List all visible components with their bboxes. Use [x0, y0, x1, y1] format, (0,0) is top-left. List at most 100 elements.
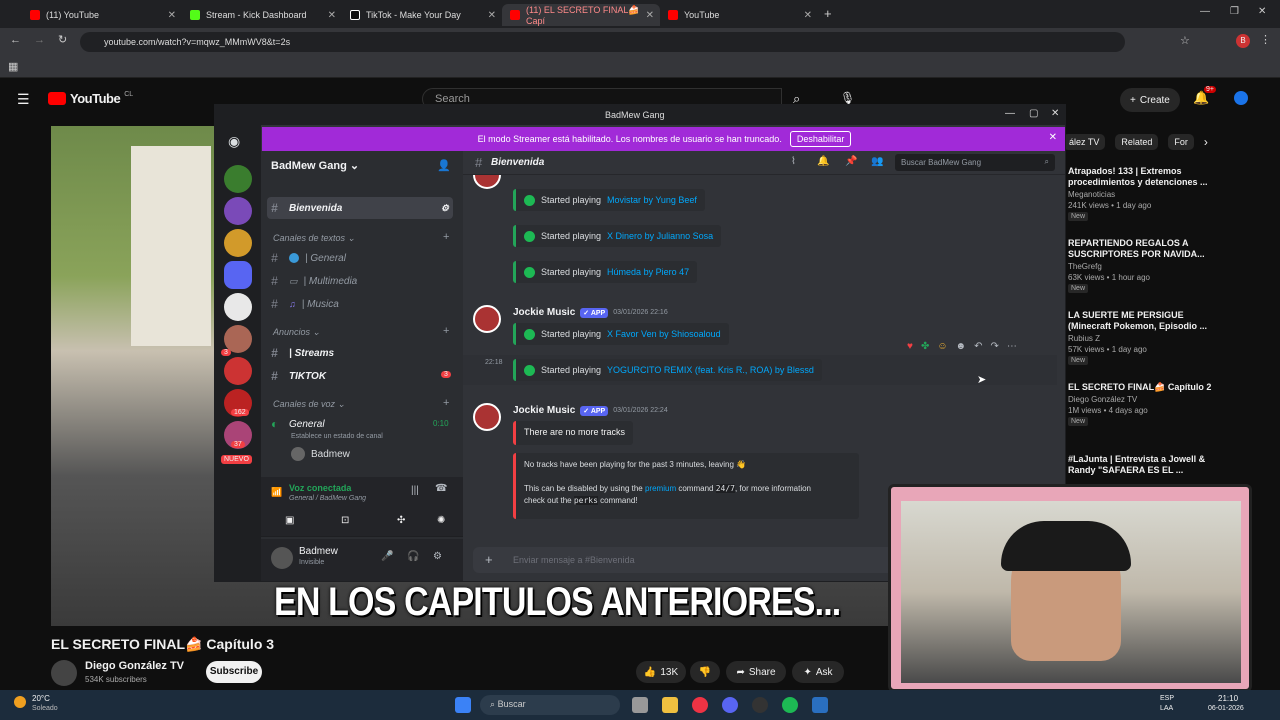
- bot-avatar[interactable]: [473, 305, 501, 333]
- laugh-reaction-icon[interactable]: ☺: [937, 341, 947, 352]
- browser-menu-icon[interactable]: ⋮: [1260, 33, 1271, 46]
- screen-share-icon[interactable]: ⊡: [341, 515, 349, 526]
- activities-icon[interactable]: ✣: [397, 515, 405, 526]
- user-avatar[interactable]: [271, 547, 293, 569]
- voice-user-badmew[interactable]: Badmew: [291, 447, 350, 461]
- channel-multimedia[interactable]: # ▭ | Multimedia: [271, 274, 357, 288]
- tab-tiktok[interactable]: TikTok - Make Your Day ✕: [342, 4, 502, 26]
- channel-general[interactable]: # | General: [271, 251, 346, 265]
- server-icon-badmew[interactable]: [224, 261, 252, 289]
- tab-kick[interactable]: Stream - Kick Dashboard ✕: [182, 4, 342, 26]
- tab-secreto-final[interactable]: (11) EL SECRETO FINAL🍰 Capí ✕: [502, 4, 660, 26]
- windows-start-icon[interactable]: [455, 697, 471, 713]
- share-button[interactable]: ➦ Share: [726, 661, 786, 683]
- maximize-window-icon[interactable]: ▢: [1029, 108, 1038, 119]
- channel-name[interactable]: Diego González TV: [85, 660, 184, 672]
- add-channel-icon[interactable]: +: [443, 325, 449, 337]
- recommended-video[interactable]: REPARTIENDO REGALOS A SUSCRIPTORES POR N…: [1068, 238, 1218, 293]
- close-window-icon[interactable]: ✕: [1051, 108, 1059, 119]
- taskbar-search-input[interactable]: ⌕ Buscar: [480, 695, 620, 715]
- recommended-video[interactable]: EL SECRETO FINAL🍰 Capítulo 2 Diego Gonzá…: [1068, 382, 1218, 426]
- server-name-header[interactable]: BadMew Gang ⌄: [271, 159, 359, 172]
- noise-suppression-icon[interactable]: |||: [411, 485, 419, 496]
- close-tab-icon[interactable]: ✕: [168, 10, 176, 21]
- url-field[interactable]: youtube.com/watch?v=mqwz_MMmWV8&t=2s: [80, 32, 1125, 52]
- clock-date[interactable]: 06-01-2026: [1208, 705, 1244, 712]
- ask-button[interactable]: ✦ Ask: [792, 661, 844, 683]
- microphone-icon[interactable]: 🎙: [840, 91, 855, 105]
- camera-off-icon[interactable]: ▣: [285, 515, 294, 526]
- dislike-button[interactable]: 👎: [690, 661, 720, 683]
- clock-time[interactable]: 21:10: [1218, 694, 1238, 703]
- channel-musica[interactable]: # ♫ | Musica: [271, 297, 339, 311]
- recommended-video[interactable]: Atrapados! 133 | Extremos procedimientos…: [1068, 166, 1218, 221]
- reply-icon[interactable]: ↶: [974, 341, 982, 352]
- close-window-icon[interactable]: ✕: [1258, 6, 1266, 17]
- bot-avatar[interactable]: [473, 175, 501, 189]
- forward-icon[interactable]: →: [34, 34, 45, 46]
- clover-reaction-icon[interactable]: ✤: [921, 341, 929, 352]
- track-link[interactable]: Movistar by Yung Beef: [607, 195, 697, 205]
- channel-tiktok[interactable]: # TIKTOK: [271, 369, 326, 383]
- close-tab-icon[interactable]: ✕: [328, 10, 336, 21]
- close-tab-icon[interactable]: ✕: [804, 10, 812, 21]
- voice-channel-general[interactable]: ◐ General: [271, 417, 325, 431]
- tab-youtube-1[interactable]: (11) YouTube ✕: [22, 4, 182, 26]
- threads-icon[interactable]: ⌇: [791, 156, 796, 167]
- server-icon[interactable]: [224, 357, 252, 385]
- user-settings-icon[interactable]: ⚙: [433, 551, 442, 562]
- steam-icon[interactable]: [812, 697, 828, 713]
- soundboard-icon[interactable]: ✺: [437, 515, 445, 526]
- channel-streams[interactable]: # | Streams: [271, 346, 334, 360]
- close-tab-icon[interactable]: ✕: [488, 10, 496, 21]
- apps-grid-icon[interactable]: ▦: [8, 60, 18, 73]
- headphones-icon[interactable]: 🎧: [407, 551, 419, 562]
- voice-channel-status[interactable]: Establece un estado de canal: [291, 433, 383, 440]
- category-text-channels[interactable]: Canales de textos ⌄: [273, 233, 355, 244]
- notification-bell-icon[interactable]: 🔔: [817, 156, 829, 167]
- server-icon[interactable]: [224, 197, 252, 225]
- server-icon[interactable]: [224, 293, 252, 321]
- recommended-video[interactable]: LA SUERTE ME PERSIGUE (Minecraft Pokemon…: [1068, 310, 1218, 365]
- minimize-window-icon[interactable]: —: [1005, 108, 1015, 119]
- attach-plus-icon[interactable]: +: [485, 552, 493, 567]
- track-link[interactable]: Húmeda by Piero 47: [607, 267, 689, 277]
- disconnect-icon[interactable]: ☎: [435, 483, 447, 494]
- microphone-icon[interactable]: 🎤: [381, 551, 393, 562]
- track-link[interactable]: X Dinero by Julianno Sosa: [607, 231, 713, 241]
- member-list-icon[interactable]: 👥: [871, 156, 883, 167]
- like-button[interactable]: 👍 13K: [636, 661, 686, 683]
- task-view-icon[interactable]: [632, 697, 648, 713]
- pin-icon[interactable]: 📌: [845, 156, 857, 167]
- disable-streamer-button[interactable]: Deshabilitar: [789, 131, 852, 147]
- discord-home-icon[interactable]: ◉: [228, 133, 240, 150]
- close-tab-icon[interactable]: ✕: [646, 10, 654, 21]
- tab-youtube-2[interactable]: YouTube ✕: [660, 4, 818, 26]
- discord-search-input[interactable]: Buscar BadMew Gang ⌕: [895, 154, 1055, 171]
- obs-icon[interactable]: [752, 697, 768, 713]
- recommended-video[interactable]: #LaJunta | Entrevista a Jowell & Randy "…: [1068, 454, 1218, 476]
- add-channel-icon[interactable]: +: [443, 397, 449, 409]
- invite-people-icon[interactable]: 👤: [437, 159, 451, 172]
- channel-avatar[interactable]: [51, 660, 77, 686]
- more-options-icon[interactable]: ⋯: [1007, 341, 1017, 352]
- track-link[interactable]: YOGURCITO REMIX (feat. Kris R., ROA) by …: [607, 365, 814, 375]
- add-reaction-icon[interactable]: ☻: [956, 341, 967, 352]
- track-link[interactable]: X Favor Ven by Shiosoaloud: [607, 329, 721, 339]
- settings-gear-icon[interactable]: ⚙: [441, 203, 449, 214]
- forward-icon[interactable]: ↷: [990, 341, 998, 352]
- maximize-window-icon[interactable]: ❐: [1230, 6, 1239, 17]
- create-button[interactable]: + Create: [1120, 88, 1180, 112]
- back-icon[interactable]: ←: [10, 34, 21, 46]
- server-icon[interactable]: [224, 229, 252, 257]
- hamburger-menu-icon[interactable]: ☰: [17, 91, 30, 108]
- category-announcements[interactable]: Anuncios ⌄: [273, 327, 320, 338]
- bookmark-star-icon[interactable]: ☆: [1180, 34, 1190, 47]
- channel-bienvenida[interactable]: # Bienvenida ⚙: [267, 197, 453, 219]
- category-voice-channels[interactable]: Canales de voz ⌄: [273, 399, 345, 410]
- discord-icon[interactable]: [722, 697, 738, 713]
- reload-icon[interactable]: ↻: [58, 33, 67, 46]
- subscribe-button[interactable]: Subscribe: [206, 661, 262, 683]
- minimize-window-icon[interactable]: —: [1200, 6, 1210, 17]
- heart-reaction-icon[interactable]: ♥: [907, 341, 913, 352]
